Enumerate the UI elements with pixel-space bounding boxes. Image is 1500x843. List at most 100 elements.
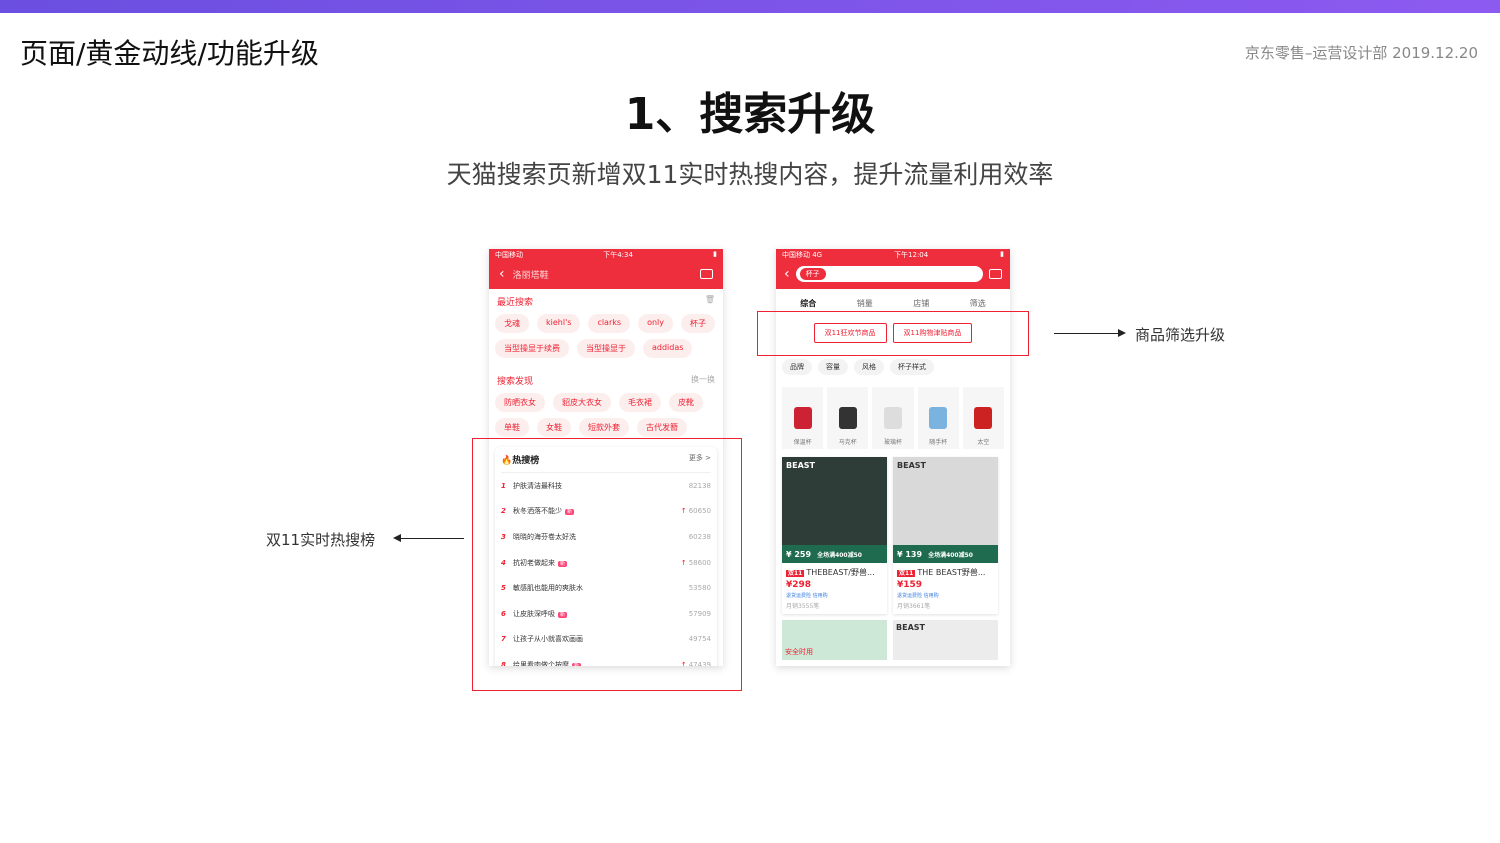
recent-chip[interactable]: addidas bbox=[643, 339, 693, 358]
discover-chip[interactable]: 女鞋 bbox=[537, 418, 571, 437]
carrier-2: 中国移动 4G bbox=[782, 251, 823, 259]
attribute-filters: 品牌 容量 风格 杯子样式 bbox=[776, 353, 1010, 381]
recent-title: 最近搜索 🗑 bbox=[489, 289, 723, 312]
attribute-filter[interactable]: 杯子样式 bbox=[890, 359, 934, 375]
camera-icon[interactable] bbox=[700, 269, 713, 279]
top-accent-bar bbox=[0, 0, 1500, 13]
sort-tab[interactable]: 筛选 bbox=[970, 298, 986, 309]
slide-title: 1、搜索升级 bbox=[624, 89, 876, 140]
sold-count: 月销3555笔 bbox=[786, 603, 820, 610]
recent-chip[interactable]: 杯子 bbox=[680, 314, 715, 333]
sort-tab[interactable]: 店铺 bbox=[913, 298, 929, 309]
product-brand: BEAST bbox=[786, 461, 815, 470]
discover-chip[interactable]: 单鞋 bbox=[495, 418, 529, 437]
battery-icon: ▮ bbox=[1000, 250, 1004, 258]
category-label: 保温杯 bbox=[793, 439, 812, 446]
promo-text: 全场满400减50 bbox=[817, 551, 862, 559]
recent-chips: 戈魂 kiehl's clarks only 杯子当型操显于续费 当型操显于 addidas bbox=[489, 312, 723, 360]
recent-chip[interactable]: kiehl's bbox=[537, 314, 581, 333]
product-card[interactable]: BEAST ¥ 259 全场满400减50 双11 THEBEAST/野兽... ¥298… bbox=[782, 457, 887, 614]
camera-icon[interactable] bbox=[989, 269, 1002, 279]
product-name-text: THEBEAST/野兽... bbox=[806, 568, 875, 577]
attribute-filter[interactable]: 风格 bbox=[854, 359, 884, 375]
tmall-badge: 双11 bbox=[786, 570, 805, 577]
price-tag: ¥ 259 bbox=[786, 549, 812, 559]
product-brand: BEAST bbox=[897, 461, 926, 470]
sort-tab[interactable]: 综合 bbox=[800, 298, 816, 309]
tmall-badge: 双11 bbox=[897, 570, 916, 577]
promo-card[interactable]: 安全时用 bbox=[782, 620, 887, 660]
category-thumbs: 保温杯 马克杯 玻璃杯 随手杯 太空 bbox=[776, 381, 1010, 455]
results-header: 中国移动 4G 下午12:04 ▮ ‹ 杯子 bbox=[776, 249, 1010, 289]
back-icon[interactable]: ‹ bbox=[499, 266, 505, 282]
annotation-hot-list: 双11实时热搜榜 bbox=[266, 531, 376, 549]
recent-chip[interactable]: 当型操显于续费 bbox=[495, 339, 569, 358]
product-name-text: THE BEAST野兽... bbox=[917, 568, 986, 577]
search-bar-2[interactable]: ‹ 杯子 bbox=[776, 263, 1010, 285]
cup-image bbox=[884, 407, 902, 429]
product-price: ¥159 bbox=[897, 580, 923, 590]
discover-chip[interactable]: 古代发簪 bbox=[637, 418, 687, 437]
bottom-cards: 安全时用 BEAST bbox=[782, 620, 1004, 660]
product-price: ¥298 bbox=[786, 580, 812, 590]
product-image: BEAST ¥ 139 全场满400减50 bbox=[893, 457, 998, 563]
annotation-filter: 商品筛选升级 bbox=[1135, 326, 1226, 344]
brand-card[interactable]: BEAST bbox=[893, 620, 998, 660]
discover-chip[interactable]: 短款外套 bbox=[579, 418, 629, 437]
discover-chip[interactable]: 貂皮大衣女 bbox=[553, 393, 611, 412]
category-thumb[interactable]: 随手杯 bbox=[917, 387, 959, 449]
category-thumb[interactable]: 保温杯 bbox=[782, 387, 824, 449]
recent-chip[interactable]: 戈魂 bbox=[495, 314, 529, 333]
sold-count: 月销3661笔 bbox=[897, 603, 931, 610]
category-label: 马克杯 bbox=[838, 439, 857, 446]
cup-image bbox=[974, 407, 993, 429]
refresh-button[interactable]: 换一换 bbox=[691, 374, 715, 387]
category-thumb[interactable]: 玻璃杯 bbox=[872, 387, 914, 449]
cup-image bbox=[838, 407, 857, 429]
arrow-left bbox=[398, 538, 464, 539]
promo-text: 全场满400减50 bbox=[928, 551, 973, 559]
attribute-filter[interactable]: 品牌 bbox=[782, 359, 812, 375]
arrow-right bbox=[1054, 333, 1120, 334]
category-label: 玻璃杯 bbox=[884, 439, 903, 446]
product-card[interactable]: BEAST ¥ 139 全场满400减50 双11 THE BEAST野兽... ¥159… bbox=[893, 457, 998, 614]
category-label: 随手杯 bbox=[929, 439, 948, 446]
breadcrumb: 页面/黄金动线/功能升级 bbox=[20, 37, 319, 70]
status-bar: 中国移动 下午4:34 ▮ bbox=[489, 249, 723, 263]
product-cards: BEAST ¥ 259 全场满400减50 双11 THEBEAST/野兽... ¥298… bbox=[776, 455, 1010, 616]
discover-chip[interactable]: 毛衣裙 bbox=[619, 393, 661, 412]
discover-chip[interactable]: 皮靴 bbox=[669, 393, 703, 412]
back-icon[interactable]: ‹ bbox=[784, 266, 790, 282]
hot-list-highlight bbox=[472, 438, 742, 691]
category-thumb[interactable]: 太空 bbox=[962, 387, 1005, 449]
battery-icon: ▮ bbox=[713, 250, 717, 258]
recent-chip[interactable]: only bbox=[638, 314, 673, 333]
status-time: 下午4:34 bbox=[603, 251, 633, 259]
search-input[interactable]: 洛丽塔鞋 bbox=[513, 268, 700, 281]
discover-chips: 防晒衣女 貂皮大衣女 毛衣裙 皮靴单鞋 女鞋 短款外套 古代发簪 bbox=[489, 391, 723, 439]
price-strip: ¥ 139 全场满400减50 bbox=[893, 545, 998, 563]
recent-chip[interactable]: clarks bbox=[588, 314, 631, 333]
status-time-2: 下午12:04 bbox=[894, 251, 929, 259]
discover-title: 搜索发现 换一换 bbox=[489, 368, 723, 391]
arrow-right-head bbox=[1118, 329, 1126, 337]
status-bar-2: 中国移动 4G 下午12:04 ▮ bbox=[776, 249, 1010, 263]
recent-chip[interactable]: 当型操显于 bbox=[577, 339, 635, 358]
search-input-2[interactable]: 杯子 bbox=[795, 266, 983, 282]
cup-image bbox=[929, 407, 948, 429]
search-header: 中国移动 下午4:34 ▮ ‹ 洛丽塔鞋 bbox=[489, 249, 723, 289]
recent-label: 最近搜索 bbox=[497, 298, 534, 308]
department-date: 京东零售–运营设计部 2019.12.20 bbox=[1244, 44, 1478, 62]
category-thumb[interactable]: 马克杯 bbox=[827, 387, 869, 449]
slide-subtitle: 天猫搜索页新增双11实时热搜内容，提升流量利用效率 bbox=[446, 160, 1054, 189]
search-bar[interactable]: ‹ 洛丽塔鞋 bbox=[489, 263, 723, 285]
discover-chip[interactable]: 防晒衣女 bbox=[495, 393, 545, 412]
keyword-chip[interactable]: 杯子 bbox=[799, 268, 826, 280]
trash-icon[interactable]: 🗑 bbox=[705, 295, 715, 308]
sort-tab[interactable]: 销量 bbox=[857, 298, 873, 309]
carrier: 中国移动 bbox=[495, 251, 523, 259]
product-name: 双11 THEBEAST/野兽... bbox=[782, 563, 887, 580]
price-strip: ¥ 259 全场满400减50 bbox=[782, 545, 887, 563]
attribute-filter[interactable]: 容量 bbox=[818, 359, 848, 375]
product-name: 双11 THE BEAST野兽... bbox=[893, 563, 998, 580]
